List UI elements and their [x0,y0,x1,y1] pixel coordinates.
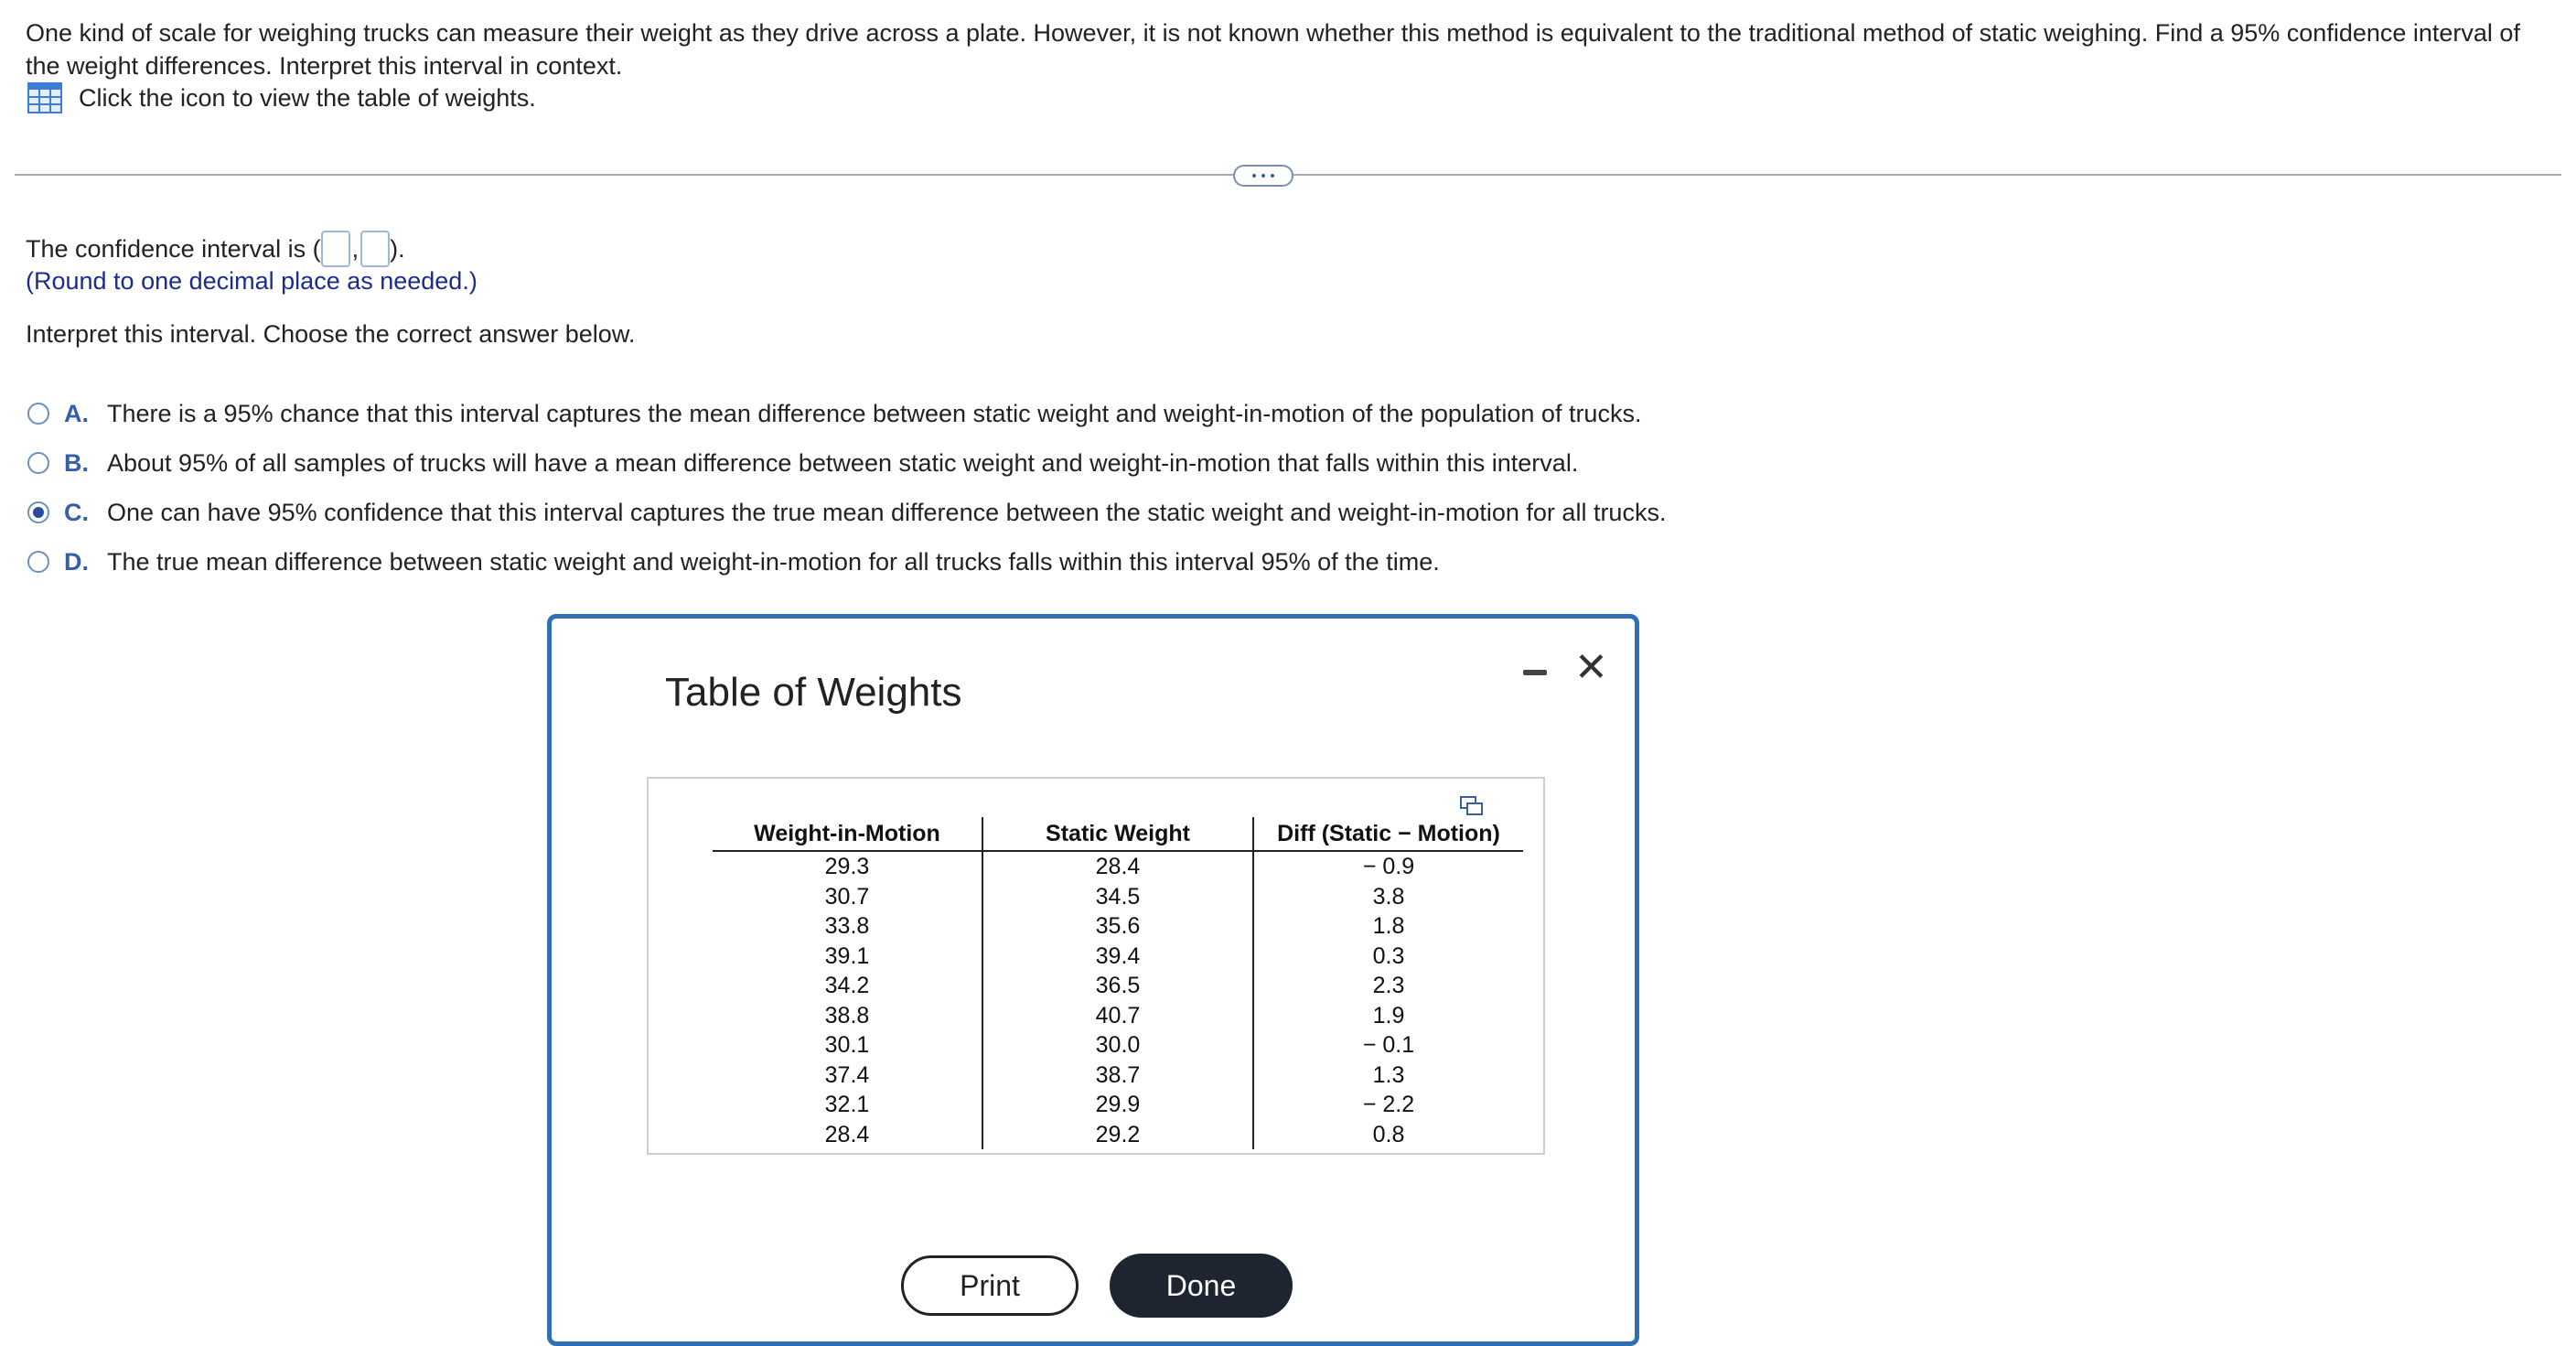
option-d[interactable]: D. The true mean difference between stat… [27,537,1666,587]
radio-d[interactable] [27,551,49,573]
interpret-prompt: Interpret this interval. Choose the corr… [26,320,636,348]
option-text[interactable]: The true mean difference between static … [107,548,1440,576]
table-cell: 30.1 [824,1032,870,1058]
column-header: Diff (Static − Motion) [1252,817,1523,852]
question-text: One kind of scale for weighing trucks ca… [26,19,2520,80]
table-cell: 0.8 [1252,1119,1523,1149]
table-cell: 30.0 [982,1030,1253,1061]
table-cell: 39.1 [824,942,870,969]
table-cell: 32.1 [824,1092,870,1117]
table-cell: 28.4 [982,851,1253,882]
table-grid-icon[interactable] [27,82,62,113]
copy-icon[interactable] [1459,795,1485,817]
table-cell: − 0.9 [1252,851,1523,882]
table-of-weights-dialog: Table of Weights ✕ Weight-in-Motion Stat… [547,614,1639,1346]
radio-a[interactable] [27,403,49,425]
table-row: 33.8 35.6 1.8 [713,911,1523,942]
table-cell: 40.7 [982,1000,1253,1030]
radio-c-selected[interactable] [27,501,49,523]
table-cell: 2.3 [1252,971,1523,1001]
table-row: 38.8 40.7 1.9 [713,1000,1523,1030]
dialog-title: Table of Weights [665,670,962,715]
table-cell: 1.8 [1252,911,1523,942]
table-row: 30.1 30.0− 0.1 [713,1030,1523,1061]
table-cell: 39.4 [982,941,1253,971]
table-cell: − 0.1 [1252,1030,1523,1061]
table-cell: − 2.2 [1252,1090,1523,1120]
table-cell: 28.4 [824,1121,870,1147]
table-cell: 29.9 [982,1090,1253,1120]
table-cell: 29.2 [982,1119,1253,1149]
weights-table-frame: Weight-in-Motion Static Weight Diff (Sta… [647,777,1545,1155]
column-header: Static Weight [982,817,1253,852]
table-row: 39.1 39.4 0.3 [713,941,1523,971]
option-text[interactable]: About 95% of all samples of trucks will … [107,449,1578,478]
close-icon[interactable]: ✕ [1574,648,1608,688]
radio-b[interactable] [27,452,49,474]
rounding-hint: (Round to one decimal place as needed.) [26,267,478,295]
table-cell: 1.3 [1252,1060,1523,1090]
table-cell: 37.4 [824,1061,870,1088]
table-cell: 30.7 [824,883,870,910]
option-a[interactable]: A. There is a 95% chance that this inter… [27,389,1666,438]
table-cell: 3.8 [1252,881,1523,911]
table-row: 32.1 29.9− 2.2 [713,1090,1523,1120]
ci-suffix: ). [390,235,405,263]
table-cell: 29.3 [824,854,870,879]
table-row: 29.3 28.4− 0.9 [713,851,1523,882]
answer-options: A. There is a 95% chance that this inter… [27,389,1666,587]
view-table-label[interactable]: Click the icon to view the table of weig… [79,84,536,113]
table-cell: 35.6 [982,911,1253,942]
confidence-interval-line: The confidence interval is ( , ). [26,231,405,267]
option-letter: D. [64,547,89,576]
table-cell: 34.2 [824,973,870,998]
table-row: 30.7 34.5 3.8 [713,881,1523,911]
option-letter: C. [64,498,89,526]
more-dots-icon[interactable] [1233,165,1293,187]
table-row: 28.4 29.2 0.8 [713,1119,1523,1149]
table-cell: 33.8 [824,913,870,939]
table-cell: 34.5 [982,881,1253,911]
ci-prefix: The confidence interval is ( [26,235,321,263]
print-button[interactable]: Print [901,1255,1079,1316]
table-cell: 0.3 [1252,941,1523,971]
column-header: Weight-in-Motion [713,817,982,852]
ci-upper-input[interactable] [360,231,391,267]
table-cell: 36.5 [982,971,1253,1001]
view-table-link[interactable]: Click the icon to view the table of weig… [27,82,536,113]
table-cell: 38.7 [982,1060,1253,1090]
table-row: 34.2 36.5 2.3 [713,971,1523,1001]
option-text[interactable]: There is a 95% chance that this interval… [107,400,1641,428]
table-row: 37.4 38.7 1.3 [713,1060,1523,1090]
ci-separator: , [351,235,360,263]
option-c[interactable]: C. One can have 95% confidence that this… [27,488,1666,537]
option-letter: A. [64,399,89,427]
minimize-icon[interactable] [1523,670,1547,675]
done-button[interactable]: Done [1110,1254,1293,1318]
weights-table: Weight-in-Motion Static Weight Diff (Sta… [713,817,1523,1149]
option-b[interactable]: B. About 95% of all samples of trucks wi… [27,438,1666,488]
option-text[interactable]: One can have 95% confidence that this in… [107,499,1666,527]
ci-lower-input[interactable] [320,231,350,267]
option-letter: B. [64,448,89,477]
table-cell: 1.9 [1252,1000,1523,1030]
table-cell: 38.8 [824,1002,870,1028]
